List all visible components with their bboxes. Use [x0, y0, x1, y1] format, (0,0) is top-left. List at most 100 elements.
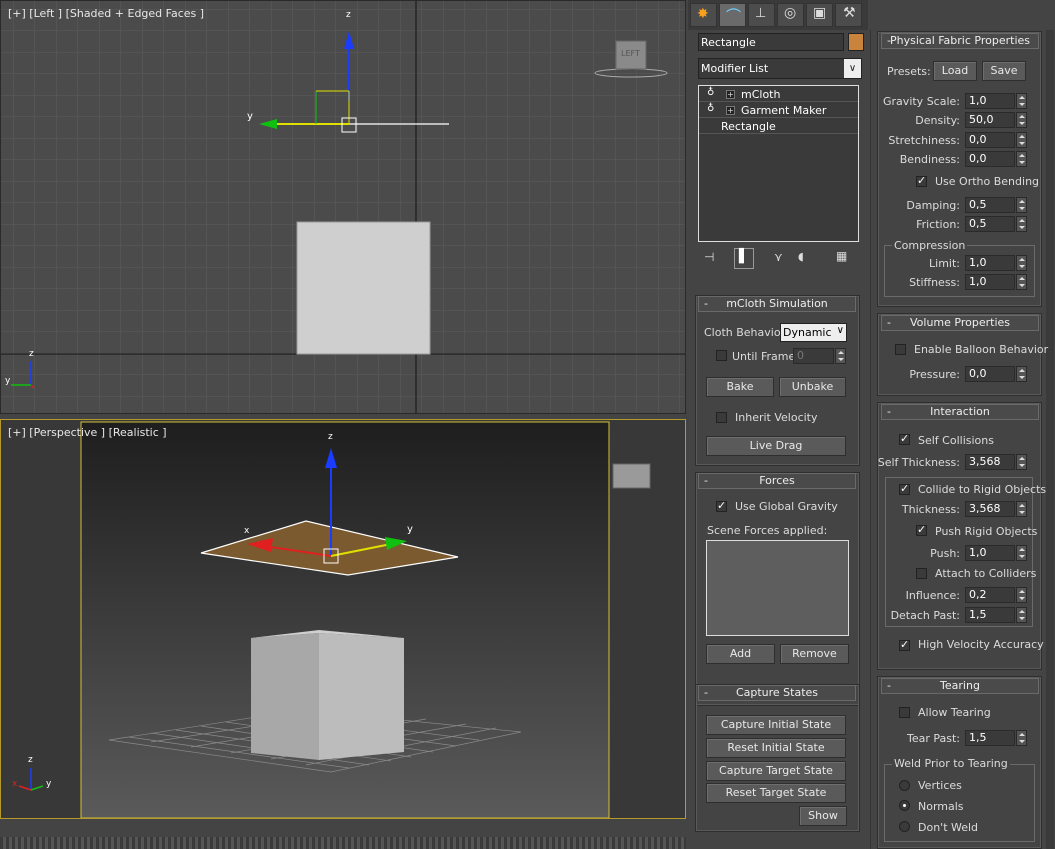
enable-balloon-checkbox[interactable]	[895, 344, 906, 355]
modify-icon[interactable]: ⌒	[719, 3, 746, 27]
reset-target-state-button[interactable]: Reset Target State	[706, 783, 846, 803]
limit-spinner[interactable]: 1,0	[965, 255, 1015, 271]
show-button[interactable]: Show	[799, 806, 847, 826]
modifier-list-dropdown[interactable]: Modifier List ∨	[698, 58, 862, 79]
modifier-stack[interactable]: ♁ + mCloth ♁ + Garment Maker Rectangle	[698, 85, 859, 242]
friction-arrows[interactable]	[1016, 216, 1027, 232]
damping-spinner[interactable]: 0,5	[965, 197, 1015, 213]
viewport-perspective[interactable]: [+] [Perspective ] [Realistic ] z x y z …	[0, 419, 686, 819]
stretchiness-arrows[interactable]	[1016, 132, 1027, 148]
bendiness-arrows[interactable]	[1016, 151, 1027, 167]
thickness-arrows[interactable]	[1016, 501, 1027, 517]
stretchiness-spinner[interactable]: 0,0	[965, 132, 1015, 148]
remove-modifier-icon[interactable]: ◖	[798, 250, 804, 263]
allow-tearing-checkbox[interactable]	[899, 707, 910, 718]
stiffness-spinner[interactable]: 1,0	[965, 274, 1015, 290]
thickness-spinner[interactable]: 3,568	[965, 501, 1015, 517]
physical-fabric-header[interactable]: - Physical Fabric Properties	[881, 33, 1039, 49]
self-thickness-arrows[interactable]	[1016, 454, 1027, 470]
utilities-icon[interactable]: ⚒	[835, 3, 862, 27]
attach-colliders-checkbox[interactable]	[916, 568, 927, 579]
gravity-scale-arrows[interactable]	[1016, 93, 1027, 109]
use-ortho-bending-checkbox[interactable]	[916, 174, 927, 187]
gravity-scale-spinner[interactable]: 1,0	[965, 93, 1015, 109]
create-icon[interactable]: ✸	[690, 3, 717, 27]
unbake-button[interactable]: Unbake	[779, 377, 846, 397]
show-end-result-icon[interactable]: ▌	[734, 248, 754, 269]
forces-header[interactable]: - Forces	[698, 473, 856, 489]
damping-arrows[interactable]	[1016, 197, 1027, 213]
limit-arrows[interactable]	[1016, 255, 1027, 271]
pressure-arrows[interactable]	[1016, 366, 1027, 382]
expand-icon[interactable]: +	[726, 106, 735, 115]
display-icon[interactable]: ▣	[806, 3, 833, 27]
object-color-swatch[interactable]	[848, 33, 864, 51]
remove-force-button[interactable]: Remove	[780, 644, 849, 664]
stiffness-arrows[interactable]	[1016, 274, 1027, 290]
viewport-left[interactable]: [+] [Left ] [Shaded + Edged Faces ] z y …	[0, 0, 686, 414]
until-frame-spinner-arrows[interactable]	[835, 348, 846, 364]
bake-button[interactable]: Bake	[706, 377, 774, 397]
attach-colliders-label: Attach to Colliders	[935, 567, 1037, 580]
right-panel-scrollbar[interactable]	[1046, 30, 1054, 849]
stack-item-rectangle[interactable]: Rectangle	[699, 119, 858, 134]
stack-item-garment-maker[interactable]: ♁ + Garment Maker	[699, 103, 858, 118]
object-name-field[interactable]	[698, 33, 844, 51]
use-global-gravity-label: Use Global Gravity	[735, 500, 838, 513]
self-collisions-checkbox[interactable]	[899, 432, 910, 445]
pressure-spinner[interactable]: 0,0	[965, 366, 1015, 382]
configure-sets-icon[interactable]: ▦	[836, 249, 847, 263]
live-drag-button[interactable]: Live Drag	[706, 436, 846, 456]
bendiness-spinner[interactable]: 0,0	[965, 151, 1015, 167]
scene-forces-list[interactable]	[706, 540, 849, 636]
until-frame-checkbox[interactable]	[716, 350, 727, 361]
detach-past-spinner[interactable]: 1,5	[965, 607, 1015, 623]
cloth-behavior-dropdown[interactable]: Dynamic ∨	[780, 323, 847, 342]
normals-radio[interactable]	[899, 800, 910, 811]
detach-past-arrows[interactable]	[1016, 607, 1027, 623]
timeline-strip[interactable]	[0, 837, 686, 849]
capture-states-header[interactable]: - Capture States	[698, 685, 856, 701]
save-preset-button[interactable]: Save	[982, 61, 1026, 81]
capture-initial-state-button[interactable]: Capture Initial State	[706, 715, 846, 735]
stack-item-mcloth[interactable]: ♁ + mCloth	[699, 87, 858, 102]
self-thickness-spinner[interactable]: 3,568	[965, 454, 1015, 470]
push-arrows[interactable]	[1016, 545, 1027, 561]
viewport-left-label[interactable]: [+] [Left ] [Shaded + Edged Faces ]	[8, 7, 204, 20]
interaction-header[interactable]: - Interaction	[881, 404, 1039, 420]
hierarchy-icon[interactable]: ⊥	[748, 3, 775, 27]
cloth-behavior-value: Dynamic	[783, 326, 832, 339]
until-frame-spinner[interactable]: 0	[793, 348, 834, 364]
push-spinner[interactable]: 1,0	[965, 545, 1015, 561]
volume-properties-header[interactable]: - Volume Properties	[881, 315, 1039, 331]
use-global-gravity-checkbox[interactable]	[716, 499, 727, 512]
lightbulb-icon[interactable]: ♁	[707, 87, 714, 98]
mcloth-simulation-header[interactable]: - mCloth Simulation	[698, 296, 856, 312]
make-unique-icon[interactable]: ⋎	[774, 250, 783, 264]
expand-icon[interactable]: +	[726, 90, 735, 99]
add-force-button[interactable]: Add	[706, 644, 775, 664]
tear-past-spinner[interactable]: 1,5	[965, 730, 1015, 746]
tearing-header[interactable]: - Tearing	[881, 678, 1039, 694]
density-arrows[interactable]	[1016, 112, 1027, 128]
capture-target-state-button[interactable]: Capture Target State	[706, 761, 846, 781]
high-velocity-checkbox[interactable]	[899, 638, 910, 651]
density-spinner[interactable]: 50,0	[965, 112, 1015, 128]
lightbulb-icon[interactable]: ♁	[707, 103, 714, 114]
vertices-radio[interactable]	[899, 780, 910, 791]
collide-rigid-checkbox[interactable]	[899, 482, 910, 495]
load-preset-button[interactable]: Load	[933, 61, 977, 81]
inherit-velocity-checkbox[interactable]	[716, 412, 727, 423]
push-rigid-checkbox[interactable]	[916, 523, 927, 536]
motion-icon[interactable]: ◎	[777, 3, 804, 27]
viewcube-label[interactable]: LEFT	[621, 49, 640, 58]
influence-arrows[interactable]	[1016, 587, 1027, 603]
tear-past-arrows[interactable]	[1016, 730, 1027, 746]
dont-weld-radio[interactable]	[899, 821, 910, 832]
tear-past-label: Tear Past:	[906, 732, 960, 745]
friction-spinner[interactable]: 0,5	[965, 216, 1015, 232]
reset-initial-state-button[interactable]: Reset Initial State	[706, 738, 846, 758]
pin-stack-icon[interactable]: ⊣	[704, 250, 714, 264]
influence-spinner[interactable]: 0,2	[965, 587, 1015, 603]
viewport-perspective-label[interactable]: [+] [Perspective ] [Realistic ]	[8, 426, 167, 439]
